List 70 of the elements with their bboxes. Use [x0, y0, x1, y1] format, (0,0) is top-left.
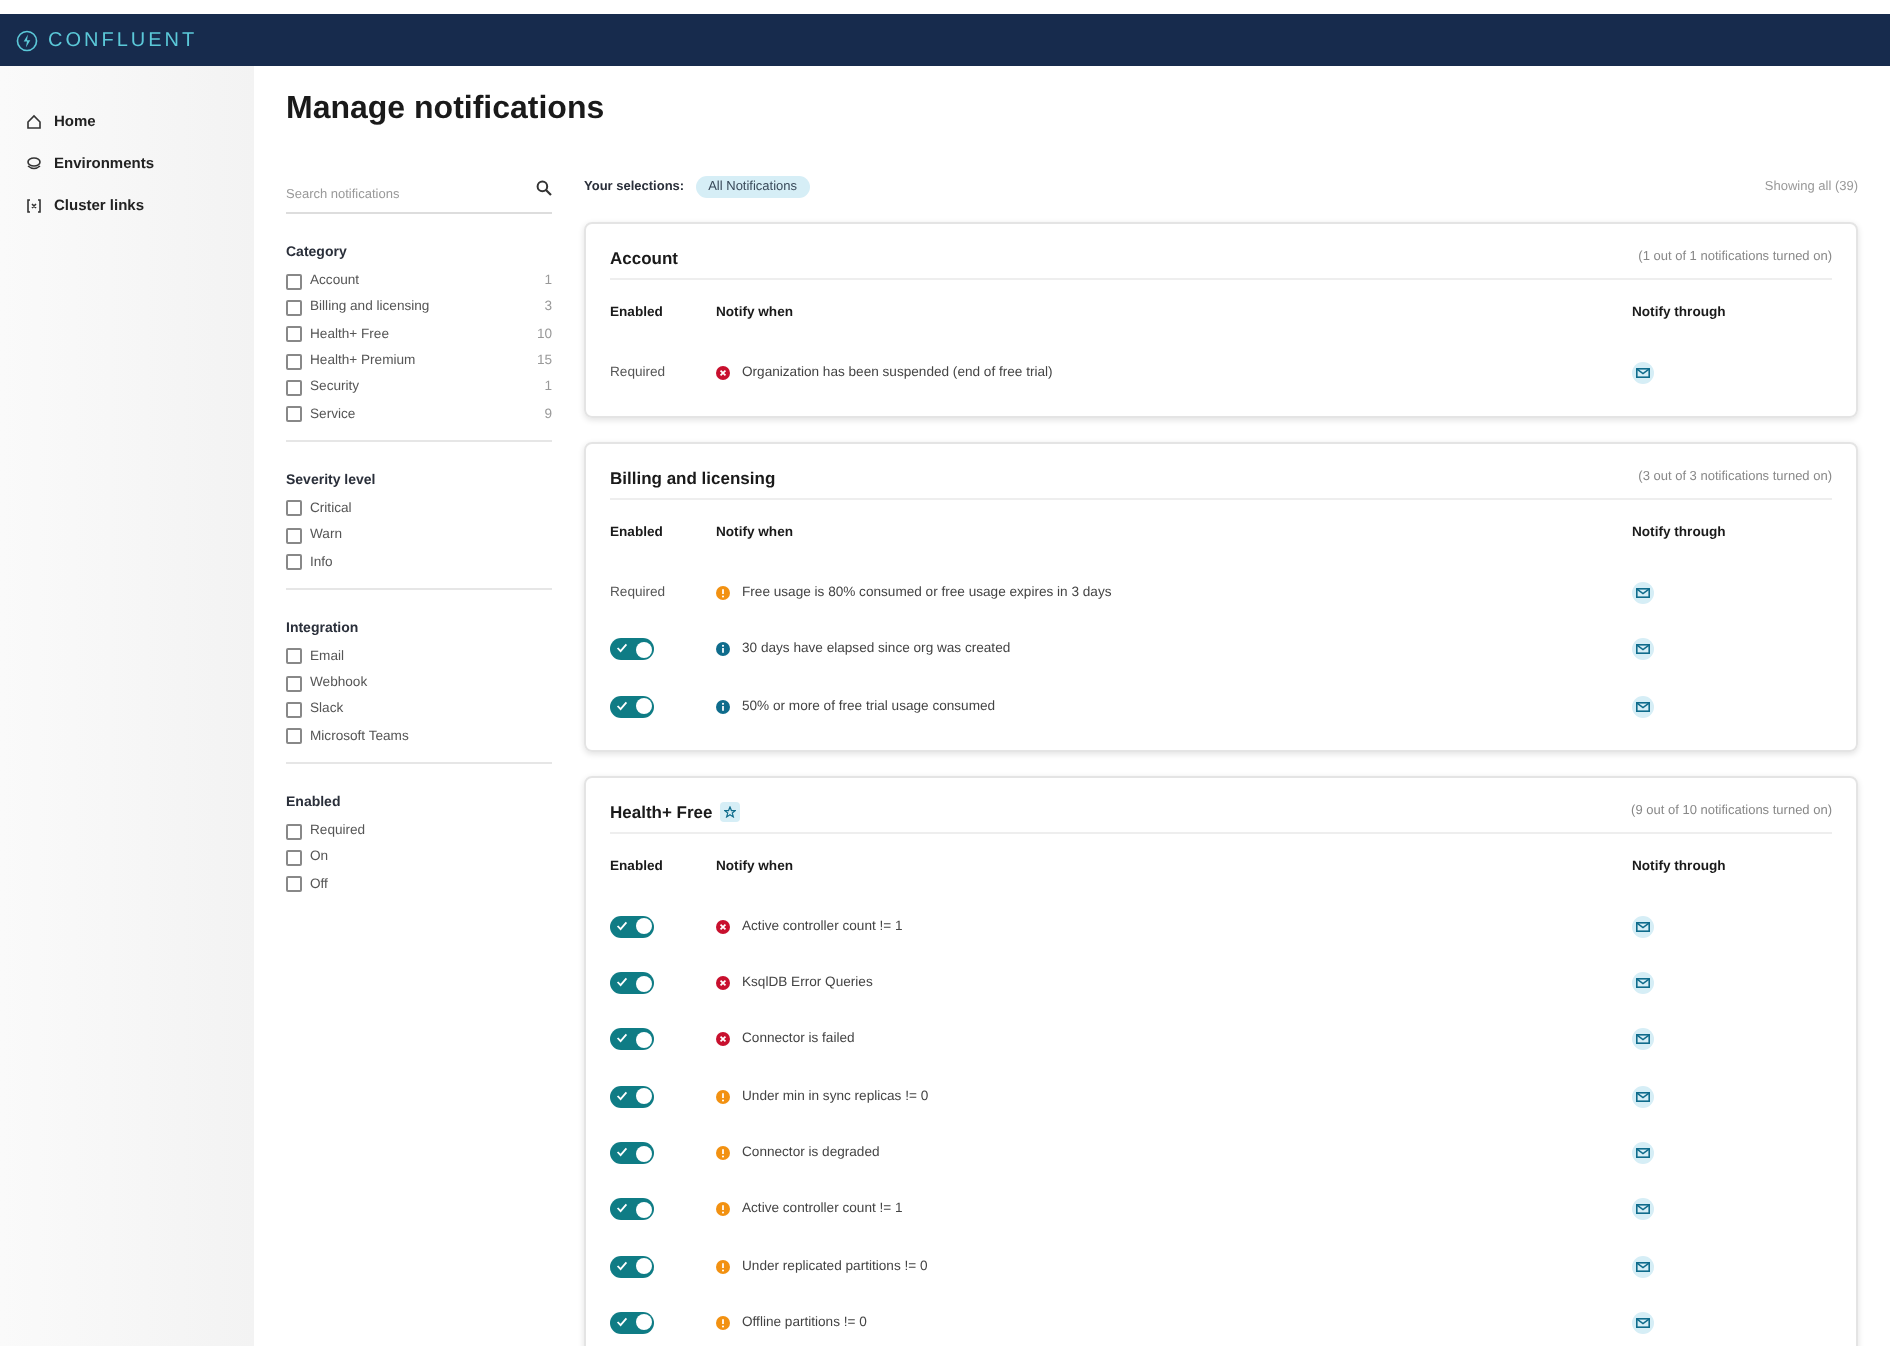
checkbox[interactable] [286, 554, 302, 571]
email-icon [1632, 695, 1654, 718]
warning-icon [716, 1202, 730, 1217]
error-icon [716, 365, 730, 380]
checkbox[interactable] [286, 876, 302, 893]
checkbox[interactable] [286, 326, 302, 343]
checkbox[interactable] [286, 823, 302, 839]
toggle-switch[interactable] [610, 1028, 654, 1051]
error-icon [716, 919, 730, 934]
card-title: Billing and licensing [610, 467, 776, 488]
checkbox[interactable] [286, 527, 302, 544]
checkbox[interactable] [286, 406, 302, 423]
email-icon [1632, 915, 1654, 938]
email-icon [1632, 1198, 1654, 1221]
email-icon [1632, 972, 1654, 995]
email-icon [1632, 1311, 1654, 1334]
toggle-switch[interactable] [610, 638, 654, 661]
check-icon [616, 1259, 628, 1272]
toggle-switch[interactable] [610, 915, 654, 938]
checkbox[interactable] [286, 500, 302, 517]
email-icon [1632, 361, 1654, 384]
logo-text: CONFLUENT [48, 29, 198, 51]
checkbox[interactable] [286, 728, 302, 745]
home-icon [26, 113, 42, 129]
toggle-switch[interactable] [610, 1142, 654, 1165]
checkbox[interactable] [286, 675, 302, 692]
warning-icon [716, 1146, 730, 1161]
toggle-switch[interactable] [610, 1198, 654, 1221]
info-icon [716, 699, 730, 714]
check-icon [616, 642, 628, 655]
checkbox[interactable] [286, 299, 302, 316]
page-title: Manage notifications [286, 92, 607, 128]
email-icon [1632, 1255, 1654, 1278]
warning-icon [716, 1315, 730, 1330]
email-icon [1632, 581, 1654, 604]
info-icon [716, 642, 730, 657]
checkbox[interactable] [286, 849, 302, 866]
toggle-switch[interactable] [610, 972, 654, 995]
checkbox[interactable] [286, 353, 302, 370]
email-icon [1632, 638, 1654, 661]
toggle-switch[interactable] [610, 1311, 654, 1334]
warning-icon [716, 1089, 730, 1104]
check-icon [616, 1202, 628, 1215]
toggle-switch[interactable] [610, 695, 654, 718]
check-icon [616, 1032, 628, 1045]
layers-icon [26, 155, 42, 171]
search-icon [536, 180, 552, 196]
checkbox[interactable] [286, 701, 302, 718]
check-icon [616, 1146, 628, 1159]
checkbox[interactable] [286, 379, 302, 396]
warning-icon [716, 1259, 730, 1274]
check-icon [616, 976, 628, 989]
checkbox[interactable] [286, 273, 302, 290]
check-icon [616, 1315, 628, 1328]
card-title: Account [610, 247, 678, 267]
warning-icon [716, 585, 730, 600]
check-icon [616, 1089, 628, 1102]
checkbox[interactable] [286, 648, 302, 665]
email-icon [1632, 1085, 1654, 1108]
check-icon [616, 919, 628, 932]
card-title: Health+ Free [610, 801, 713, 822]
brackets-icon [26, 197, 42, 213]
logo-icon [16, 29, 38, 51]
email-icon [1632, 1028, 1654, 1051]
toggle-switch[interactable] [610, 1085, 654, 1108]
toggle-switch[interactable] [610, 1255, 654, 1278]
error-icon [716, 1032, 730, 1047]
error-icon [716, 976, 730, 991]
email-icon [1632, 1142, 1654, 1165]
check-icon [616, 699, 628, 712]
